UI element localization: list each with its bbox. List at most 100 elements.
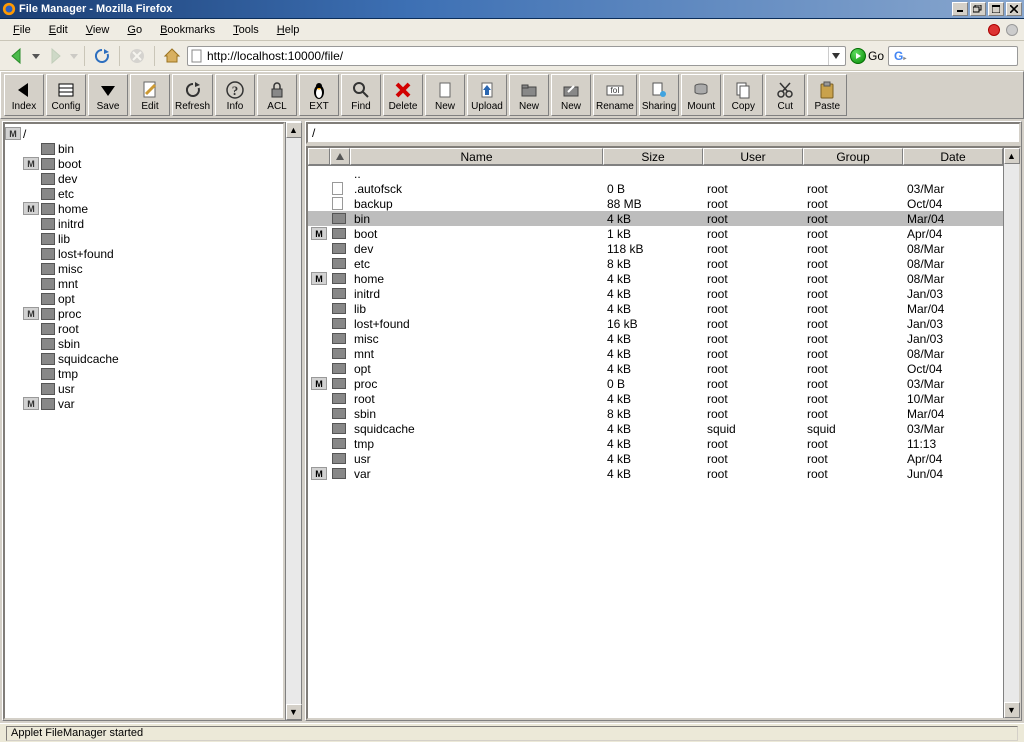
tree-item-dev[interactable]: Mdev xyxy=(5,171,281,186)
list-scrollbar[interactable]: ▲ ▼ xyxy=(1003,148,1019,718)
tree-item-bin[interactable]: Mbin xyxy=(5,141,281,156)
warning-icon[interactable] xyxy=(988,24,1000,36)
paste-button[interactable]: Paste xyxy=(807,74,847,116)
refresh-button[interactable]: Refresh xyxy=(172,74,213,116)
new2-button[interactable]: New xyxy=(509,74,549,116)
file-row[interactable]: Mroot4 kBrootroot10/Mar xyxy=(308,391,1003,406)
folder-icon xyxy=(332,348,346,359)
scroll-up-icon[interactable]: ▲ xyxy=(286,122,302,138)
file-list[interactable]: M..M.autofsck0 Brootroot03/MarMbackup88 … xyxy=(308,166,1003,718)
tree-item-mnt[interactable]: Mmnt xyxy=(5,276,281,291)
tree-item-boot[interactable]: Mboot xyxy=(5,156,281,171)
url-dropdown-icon[interactable] xyxy=(828,47,843,65)
tree-item-label: bin xyxy=(58,142,74,156)
save-button[interactable]: Save xyxy=(88,74,128,116)
file-row[interactable]: Minitrd4 kBrootrootJan/03 xyxy=(308,286,1003,301)
column-name[interactable]: Name xyxy=(350,148,603,165)
file-row[interactable]: Mdev118 kBrootroot08/Mar xyxy=(308,241,1003,256)
tree-item-tmp[interactable]: Mtmp xyxy=(5,366,281,381)
copy-button[interactable]: Copy xyxy=(723,74,763,116)
column-sort-icon[interactable] xyxy=(330,148,350,165)
search-bar[interactable]: G▸ xyxy=(888,46,1018,66)
file-row[interactable]: Mhome4 kBrootroot08/Mar xyxy=(308,271,1003,286)
file-row[interactable]: Msbin8 kBrootrootMar/04 xyxy=(308,406,1003,421)
edit-button[interactable]: Edit xyxy=(130,74,170,116)
file-row[interactable]: M.autofsck0 Brootroot03/Mar xyxy=(308,181,1003,196)
scroll-down-icon[interactable]: ▼ xyxy=(1004,702,1020,718)
file-row[interactable]: Mboot1 kBrootrootApr/04 xyxy=(308,226,1003,241)
restore-button[interactable] xyxy=(970,2,986,16)
menu-file[interactable]: File xyxy=(6,21,38,39)
file-row[interactable]: Mopt4 kBrootrootOct/04 xyxy=(308,361,1003,376)
tree-item-opt[interactable]: Mopt xyxy=(5,291,281,306)
new3-button[interactable]: New xyxy=(551,74,591,116)
file-row[interactable]: Msquidcache4 kBsquidsquid03/Mar xyxy=(308,421,1003,436)
tree-root[interactable]: M/ xyxy=(5,126,281,141)
tree-item-etc[interactable]: Metc xyxy=(5,186,281,201)
menu-tools[interactable]: Tools xyxy=(226,21,266,39)
scroll-down-icon[interactable]: ▼ xyxy=(286,704,302,720)
home-button[interactable] xyxy=(161,45,183,67)
menu-help[interactable]: Help xyxy=(270,21,307,39)
close-button[interactable] xyxy=(1006,2,1022,16)
back-dropdown-icon[interactable] xyxy=(32,52,40,60)
find-button[interactable]: Find xyxy=(341,74,381,116)
scroll-up-icon[interactable]: ▲ xyxy=(1004,148,1020,164)
menu-go[interactable]: Go xyxy=(120,21,149,39)
delete-button[interactable]: Delete xyxy=(383,74,423,116)
index-button[interactable]: Index xyxy=(4,74,44,116)
file-row[interactable]: Mproc0 Brootroot03/Mar xyxy=(308,376,1003,391)
tree-item-home[interactable]: Mhome xyxy=(5,201,281,216)
tree-scrollbar[interactable]: ▲ ▼ xyxy=(285,122,301,720)
column-group[interactable]: Group xyxy=(803,148,903,165)
column-user[interactable]: User xyxy=(703,148,803,165)
url-bar[interactable] xyxy=(187,46,846,66)
url-input[interactable] xyxy=(207,49,828,63)
tree-item-squidcache[interactable]: Msquidcache xyxy=(5,351,281,366)
tree-item-misc[interactable]: Mmisc xyxy=(5,261,281,276)
tree-item-root[interactable]: Mroot xyxy=(5,321,281,336)
sharing-button[interactable]: Sharing xyxy=(639,74,679,116)
new1-button[interactable]: New xyxy=(425,74,465,116)
config-button[interactable]: Config xyxy=(46,74,86,116)
tree-item-proc[interactable]: Mproc xyxy=(5,306,281,321)
tree-item-sbin[interactable]: Msbin xyxy=(5,336,281,351)
mount-button[interactable]: Mount xyxy=(681,74,721,116)
file-row[interactable]: Mbin4 kBrootrootMar/04 xyxy=(308,211,1003,226)
column-size[interactable]: Size xyxy=(603,148,703,165)
maximize-button[interactable] xyxy=(988,2,1004,16)
column-date[interactable]: Date xyxy=(903,148,1003,165)
menu-edit[interactable]: Edit xyxy=(42,21,75,39)
tree-item-lost+found[interactable]: Mlost+found xyxy=(5,246,281,261)
file-row[interactable]: Mlib4 kBrootrootMar/04 xyxy=(308,301,1003,316)
tree-view[interactable]: M/MbinMbootMdevMetcMhomeMinitrdMlibMlost… xyxy=(3,122,285,720)
file-row[interactable]: M.. xyxy=(308,166,1003,181)
back-button[interactable] xyxy=(6,45,28,67)
tree-item-initrd[interactable]: Minitrd xyxy=(5,216,281,231)
path-bar[interactable]: / xyxy=(306,122,1021,144)
menu-bookmarks[interactable]: Bookmarks xyxy=(153,21,222,39)
file-row[interactable]: Metc8 kBrootroot08/Mar xyxy=(308,256,1003,271)
go-button[interactable] xyxy=(850,48,866,64)
reload-button[interactable] xyxy=(91,45,113,67)
acl-button[interactable]: ACL xyxy=(257,74,297,116)
file-row[interactable]: Mbackup88 MBrootrootOct/04 xyxy=(308,196,1003,211)
file-row[interactable]: Mmisc4 kBrootrootJan/03 xyxy=(308,331,1003,346)
tree-item-usr[interactable]: Musr xyxy=(5,381,281,396)
info-button[interactable]: ?Info xyxy=(215,74,255,116)
column-mark[interactable] xyxy=(308,148,330,165)
tree-item-lib[interactable]: Mlib xyxy=(5,231,281,246)
menu-view[interactable]: View xyxy=(79,21,117,39)
rename-button[interactable]: foIRename xyxy=(593,74,637,116)
file-row[interactable]: Mvar4 kBrootrootJun/04 xyxy=(308,466,1003,481)
tree-item-var[interactable]: Mvar xyxy=(5,396,281,411)
minimize-button[interactable] xyxy=(952,2,968,16)
ext-button[interactable]: EXT xyxy=(299,74,339,116)
search-input[interactable] xyxy=(909,49,1024,63)
upload-button[interactable]: Upload xyxy=(467,74,507,116)
cut-button[interactable]: Cut xyxy=(765,74,805,116)
file-row[interactable]: Mmnt4 kBrootroot08/Mar xyxy=(308,346,1003,361)
file-row[interactable]: Musr4 kBrootrootApr/04 xyxy=(308,451,1003,466)
file-row[interactable]: Mtmp4 kBrootroot11:13 xyxy=(308,436,1003,451)
file-row[interactable]: Mlost+found16 kBrootrootJan/03 xyxy=(308,316,1003,331)
